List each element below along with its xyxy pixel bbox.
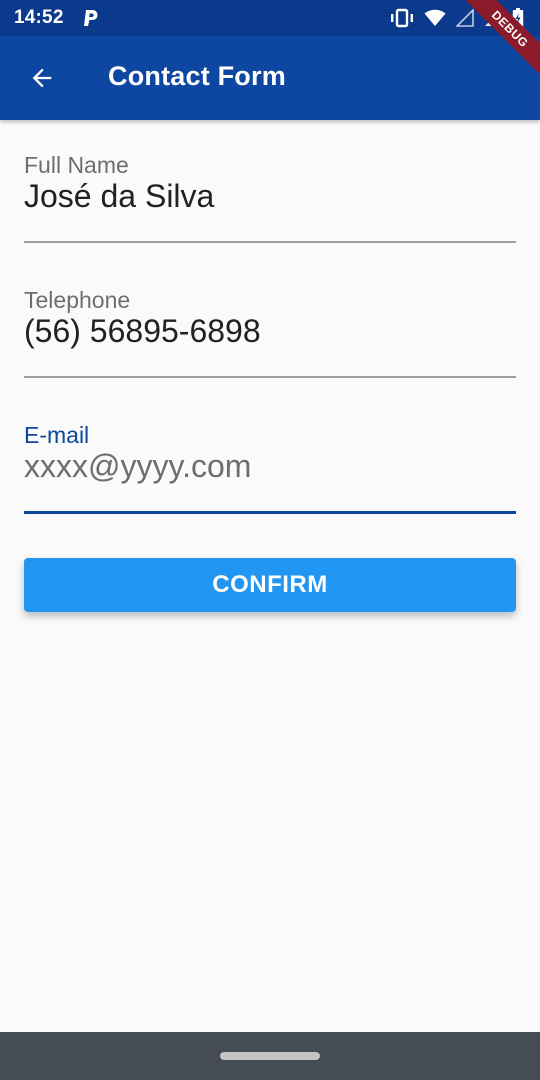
email-input[interactable]: xxxx@yyyy.com bbox=[24, 448, 251, 485]
full-name-input[interactable]: José da Silva bbox=[24, 178, 214, 215]
full-name-label: Full Name bbox=[24, 152, 129, 178]
battery-charging-icon bbox=[512, 8, 524, 28]
telephone-field[interactable]: Telephone (56) 56895-6898 bbox=[24, 287, 516, 381]
status-bar: 14:52 bbox=[0, 0, 540, 36]
telephone-label: Telephone bbox=[24, 287, 131, 313]
full-name-underline bbox=[24, 241, 516, 243]
telephone-underline bbox=[24, 376, 516, 378]
system-nav-bar bbox=[0, 1032, 540, 1080]
email-field[interactable]: E-mail xxxx@yyyy.com bbox=[24, 422, 516, 516]
app-bar: Contact Form bbox=[0, 36, 540, 120]
confirm-button[interactable]: CONFIRM bbox=[24, 558, 516, 612]
status-time: 14:52 bbox=[14, 7, 64, 28]
vibrate-icon bbox=[391, 8, 413, 28]
full-name-field[interactable]: Full Name José da Silva bbox=[24, 152, 516, 246]
email-underline bbox=[24, 511, 516, 514]
home-gesture-pill[interactable] bbox=[220, 1052, 320, 1060]
back-button[interactable] bbox=[22, 58, 62, 98]
wifi-icon bbox=[424, 9, 446, 26]
p-notification-icon bbox=[84, 10, 98, 26]
signal-icon bbox=[456, 9, 474, 27]
email-label: E-mail bbox=[24, 422, 90, 448]
telephone-input[interactable]: (56) 56895-6898 bbox=[24, 313, 261, 350]
signal-icon-2 bbox=[485, 10, 501, 26]
arrow-back-icon bbox=[32, 68, 52, 88]
status-icons bbox=[390, 7, 524, 29]
page-title: Contact Form bbox=[108, 61, 286, 91]
